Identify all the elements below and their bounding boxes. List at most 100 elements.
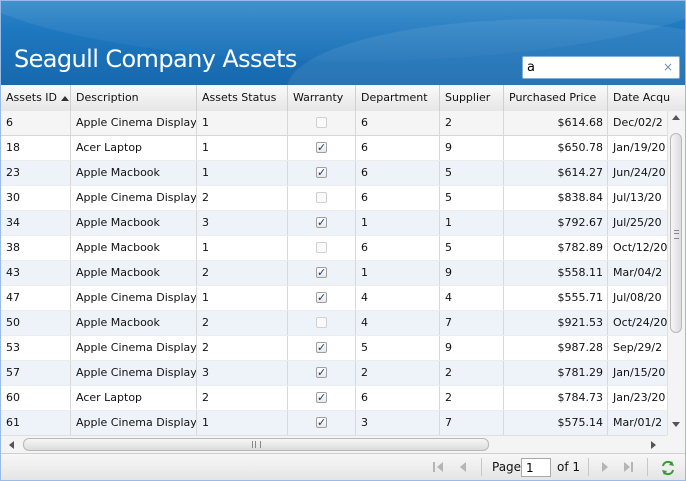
cell-supplier: 9 [440, 136, 504, 160]
column-header-warranty[interactable]: Warranty [288, 85, 356, 111]
cell-department: 6 [356, 161, 440, 185]
warranty-checkbox[interactable]: ✓ [316, 167, 327, 178]
cell-purchased-price: $555.71 [504, 286, 608, 310]
table-row[interactable]: 18 Acer Laptop 1 ✓ 6 9 $650.78 Jan/19/20 [1, 136, 667, 161]
last-page-icon[interactable] [623, 461, 635, 473]
warranty-checkbox[interactable]: ✓ [316, 217, 327, 228]
search-box[interactable]: × [522, 56, 680, 79]
column-header-purchased-price[interactable]: Purchased Price [504, 85, 608, 111]
warranty-checkbox[interactable]: ✓ [316, 292, 327, 303]
column-header-label: Assets Status [202, 91, 277, 104]
table-row[interactable]: 30 Apple Cinema Display 2 6 5 $838.84 Jul/13/2… [1, 186, 667, 211]
warranty-checkbox[interactable] [316, 242, 327, 253]
scroll-up-icon[interactable] [672, 115, 680, 120]
column-header-label: Assets ID [6, 91, 58, 104]
cell-purchased-price: $558.11 [504, 261, 608, 285]
table-row[interactable]: 47 Apple Cinema Display 1 ✓ 4 4 $555.71 Jul/08/… [1, 286, 667, 311]
table-row[interactable]: 50 Apple Macbook 2 4 7 $921.53 Oct/24/20 [1, 311, 667, 336]
warranty-checkbox[interactable] [316, 192, 327, 203]
vertical-scroll-thumb[interactable] [670, 133, 682, 333]
cell-supplier: 9 [440, 261, 504, 285]
cell-description: Apple Cinema Display [71, 336, 197, 360]
warranty-checkbox[interactable]: ✓ [316, 142, 327, 153]
scroll-right-icon[interactable] [651, 441, 656, 449]
cell-department: 6 [356, 186, 440, 210]
cell-assets-id: 53 [1, 336, 71, 360]
cell-warranty: ✓ [288, 161, 356, 185]
cell-purchased-price: $782.89 [504, 236, 608, 260]
table-row[interactable]: 34 Apple Macbook 3 ✓ 1 1 $792.67 Jul/25/20 [1, 211, 667, 236]
column-header-supplier[interactable]: Supplier [440, 85, 504, 111]
next-page-icon[interactable] [599, 461, 611, 473]
toolbar-separator [588, 458, 589, 476]
clear-search-icon[interactable]: × [663, 60, 673, 74]
cell-assets-id: 38 [1, 236, 71, 260]
cell-purchased-price: $614.27 [504, 161, 608, 185]
cell-date-acquired: Oct/12/20 [608, 236, 667, 260]
cell-department: 1 [356, 261, 440, 285]
horizontal-scroll-thumb[interactable] [23, 438, 489, 451]
cell-assets-status: 1 [197, 286, 288, 310]
cell-department: 6 [356, 236, 440, 260]
table-row[interactable]: 61 Apple Cinema Display 1 ✓ 3 7 $575.14 Mar/01/… [1, 411, 667, 435]
cell-purchased-price: $987.28 [504, 336, 608, 360]
cell-assets-status: 3 [197, 211, 288, 235]
column-header-department[interactable]: Department [356, 85, 440, 111]
cell-assets-status: 1 [197, 161, 288, 185]
search-input[interactable] [527, 59, 662, 76]
cell-description: Apple Macbook [71, 261, 197, 285]
grip-icon [252, 441, 261, 448]
cell-purchased-price: $838.84 [504, 186, 608, 210]
scroll-left-icon[interactable] [9, 441, 14, 449]
column-header-date-acquired[interactable]: Date Acqu [608, 85, 685, 111]
warranty-checkbox[interactable] [316, 117, 327, 128]
table-row[interactable]: 57 Apple Cinema Display 3 ✓ 2 2 $781.29 Jan/15/… [1, 361, 667, 386]
checkmark-icon: ✓ [317, 416, 327, 429]
column-header-assets-id[interactable]: Assets ID [1, 85, 71, 111]
cell-description: Apple Cinema Display [71, 186, 197, 210]
table-row[interactable]: 23 Apple Macbook 1 ✓ 6 5 $614.27 Jun/24/20 [1, 161, 667, 186]
cell-assets-id: 34 [1, 211, 71, 235]
cell-description: Apple Cinema Display [71, 111, 197, 135]
refresh-icon[interactable] [660, 460, 676, 476]
table-row[interactable]: 6 Apple Cinema Display 1 6 2 $614.68 Dec/02/2 [1, 111, 667, 136]
grid-column-headers: Assets ID Description Assets Status Warrant… [1, 85, 685, 112]
warranty-checkbox[interactable] [316, 317, 327, 328]
prev-page-icon[interactable] [457, 461, 469, 473]
cell-supplier: 5 [440, 236, 504, 260]
table-row[interactable]: 43 Apple Macbook 2 ✓ 1 9 $558.11 Mar/04/2 [1, 261, 667, 286]
horizontal-scrollbar[interactable] [1, 435, 667, 454]
grip-icon [674, 230, 679, 239]
first-page-icon[interactable] [433, 461, 445, 473]
warranty-checkbox[interactable]: ✓ [316, 342, 327, 353]
column-header-assets-status[interactable]: Assets Status [197, 85, 288, 111]
table-row[interactable]: 60 Acer Laptop 2 ✓ 6 2 $784.73 Jan/23/20 [1, 386, 667, 411]
cell-date-acquired: Jul/25/20 [608, 211, 667, 235]
column-header-description[interactable]: Description [71, 85, 197, 111]
cell-assets-status: 2 [197, 386, 288, 410]
vertical-scrollbar[interactable] [667, 111, 685, 435]
cell-department: 6 [356, 136, 440, 160]
cell-date-acquired: Jan/15/20 [608, 361, 667, 385]
checkmark-icon: ✓ [317, 391, 327, 404]
cell-date-acquired: Jan/23/20 [608, 386, 667, 410]
warranty-checkbox[interactable]: ✓ [316, 267, 327, 278]
table-row[interactable]: 38 Apple Macbook 1 6 5 $782.89 Oct/12/20 [1, 236, 667, 261]
assets-grid: 6 Apple Cinema Display 1 6 2 $614.68 Dec/02/2 1… [1, 111, 667, 435]
cell-warranty: ✓ [288, 361, 356, 385]
checkmark-icon: ✓ [317, 366, 327, 379]
checkmark-icon: ✓ [317, 166, 327, 179]
warranty-checkbox[interactable]: ✓ [316, 367, 327, 378]
cell-assets-id: 60 [1, 386, 71, 410]
cell-department: 2 [356, 361, 440, 385]
cell-supplier: 4 [440, 286, 504, 310]
warranty-checkbox[interactable]: ✓ [316, 392, 327, 403]
cell-warranty [288, 236, 356, 260]
cell-warranty [288, 311, 356, 335]
cell-assets-id: 18 [1, 136, 71, 160]
scroll-down-icon[interactable] [672, 422, 680, 427]
page-number-input[interactable] [521, 458, 551, 477]
checkmark-icon: ✓ [317, 141, 327, 154]
table-row[interactable]: 53 Apple Cinema Display 2 ✓ 5 9 $987.28 Sep/29/… [1, 336, 667, 361]
warranty-checkbox[interactable]: ✓ [316, 417, 327, 428]
